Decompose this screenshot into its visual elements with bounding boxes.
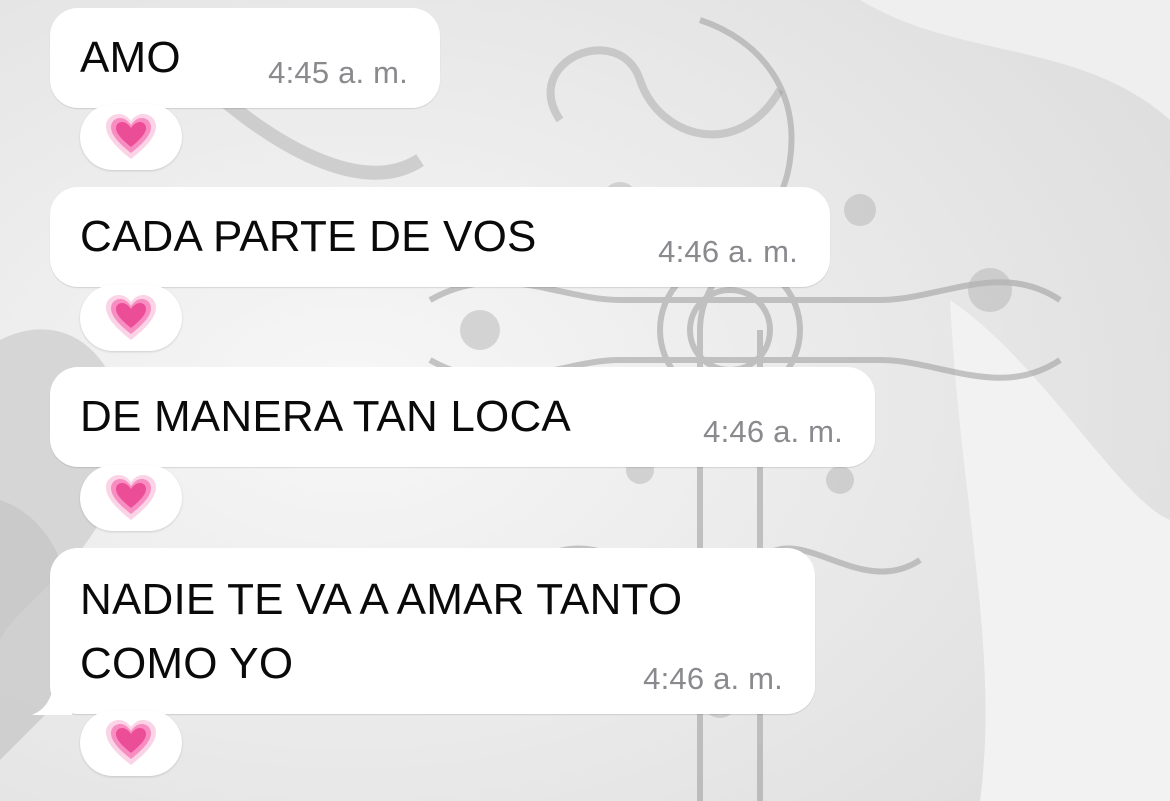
message-bubble[interactable]: NADIE TE VA A AMAR TANTO COMO YO 4:46 a.… (32, 548, 815, 715)
message-text: NADIE TE VA A AMAR TANTO COMO YO (80, 575, 683, 688)
reaction-badge[interactable] (80, 104, 182, 170)
message-text: CADA PARTE DE VOS (80, 212, 537, 261)
message-text: AMO (80, 33, 181, 82)
conversation: AMO 4:45 a. m. CADA PARTE DE VOS 4:46 a.… (0, 0, 1170, 801)
growing-heart-icon (106, 720, 156, 765)
message-bubble[interactable]: CADA PARTE DE VOS 4:46 a. m. (50, 187, 830, 287)
message-bubble[interactable]: DE MANERA TAN LOCA 4:46 a. m. (50, 367, 875, 467)
bubble-tail (32, 675, 72, 715)
reaction-badge[interactable] (80, 465, 182, 531)
message-timestamp: 4:46 a. m. (658, 234, 798, 269)
reaction-badge[interactable] (80, 285, 182, 351)
message-text: DE MANERA TAN LOCA (80, 392, 571, 441)
growing-heart-icon (106, 475, 156, 520)
message-bubble[interactable]: AMO 4:45 a. m. (50, 8, 440, 108)
growing-heart-icon (106, 295, 156, 340)
message-timestamp: 4:46 a. m. (703, 414, 843, 449)
reaction-badge[interactable] (80, 710, 182, 776)
growing-heart-icon (106, 114, 156, 159)
message-timestamp: 4:46 a. m. (643, 661, 783, 696)
message-timestamp: 4:45 a. m. (268, 55, 408, 90)
